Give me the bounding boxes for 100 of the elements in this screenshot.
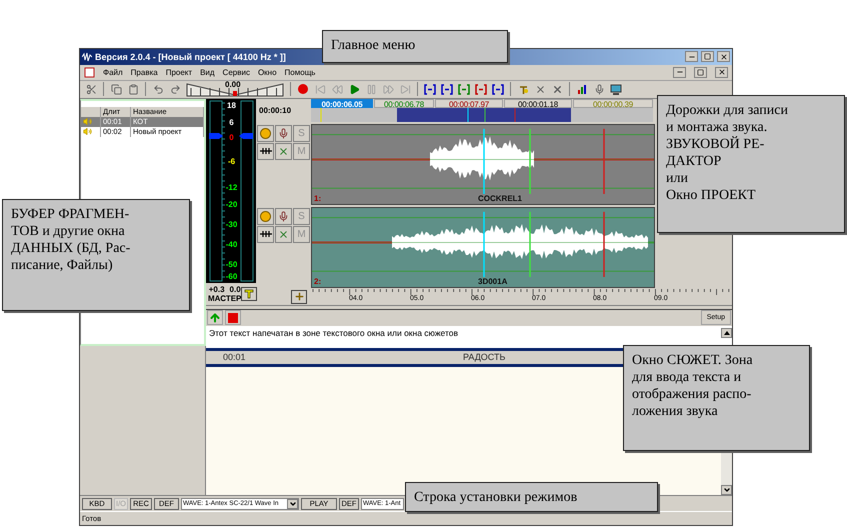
story-time: 00:01 <box>223 352 247 362</box>
scale-label: -30 <box>224 220 238 229</box>
arrow-up-icon <box>209 312 221 324</box>
close-icon <box>718 68 726 76</box>
speaker-icon <box>83 117 92 126</box>
waveform-icon <box>82 52 92 62</box>
scissors-icon <box>86 84 96 95</box>
minimize-button[interactable] <box>673 66 686 78</box>
monitor-button[interactable] <box>609 82 623 96</box>
cross-icon <box>278 228 289 240</box>
bar-chart-icon <box>576 84 588 95</box>
overview-drawing[interactable] <box>311 108 653 122</box>
chart-button[interactable] <box>575 82 589 96</box>
annotation-tooltip: Главное меню <box>322 30 508 63</box>
clipboard-icon <box>128 84 138 95</box>
audio-track[interactable]: 2: 3D001A <box>311 206 655 288</box>
chevron-down-icon <box>722 486 730 494</box>
scale-label: 0 <box>228 132 235 142</box>
marker-button[interactable] <box>440 82 454 96</box>
marker-button[interactable] <box>423 82 437 96</box>
level-slider-drawing[interactable] <box>185 82 285 97</box>
maximize-button[interactable] <box>701 51 714 62</box>
meter-reading: 0.0 <box>230 284 241 294</box>
bracket-icon <box>458 84 470 95</box>
master-label: МАСТЕР <box>208 294 242 303</box>
text-tool-button[interactable] <box>241 286 258 301</box>
copy-icon <box>110 84 122 95</box>
upload-button[interactable] <box>207 310 223 326</box>
marker-button[interactable] <box>457 82 471 96</box>
add-button[interactable] <box>291 290 307 304</box>
mic-icon <box>278 210 289 222</box>
record-button[interactable] <box>296 82 310 96</box>
document-icon <box>84 66 95 78</box>
bracket-icon <box>424 84 436 95</box>
menu-item[interactable]: Сервис <box>222 68 250 77</box>
skip-back-icon <box>314 84 326 95</box>
record-button[interactable] <box>257 124 274 142</box>
close-button[interactable] <box>715 66 728 78</box>
restore-icon <box>697 68 704 76</box>
scale-label: -40 <box>224 240 238 249</box>
triangle-up-icon <box>724 330 730 335</box>
bracket-icon <box>492 84 504 95</box>
position-time: 00:00:10 <box>258 104 292 117</box>
story-text-area[interactable]: Этот текст напечатан в зоне текстового окна или окна сюжетов <box>206 326 732 348</box>
record-icon <box>260 210 271 222</box>
stop-button[interactable] <box>225 310 241 326</box>
redo-icon <box>170 84 180 95</box>
scale-label: -50 <box>224 260 238 269</box>
menu-item[interactable]: Проект <box>166 68 192 77</box>
bracket-icon <box>475 84 487 95</box>
monitor-icon <box>610 84 622 95</box>
scale-label: 18 <box>226 100 237 110</box>
copy-button[interactable] <box>109 82 123 96</box>
mic-button[interactable] <box>275 124 292 142</box>
bracket-icon <box>441 84 453 95</box>
mic-button[interactable] <box>275 208 292 225</box>
track-number: 1: <box>313 194 322 204</box>
record-button[interactable] <box>257 208 274 225</box>
record-icon <box>298 84 308 94</box>
stop-icon <box>228 312 238 323</box>
minimize-button[interactable] <box>685 51 698 62</box>
story-title: РАДОСТЬ <box>463 352 506 362</box>
hatched-line-icon <box>260 230 272 238</box>
audio-track[interactable]: 1: COCKREL1 <box>311 124 655 205</box>
chevron-down-icon <box>288 500 296 508</box>
menu-item[interactable]: Помощь <box>284 68 316 77</box>
scale-label: -6 <box>226 156 236 166</box>
letter-t-icon <box>244 288 254 299</box>
restore-button[interactable] <box>694 66 707 78</box>
level-reading: 0.00 <box>225 80 241 89</box>
cut-button[interactable] <box>84 82 98 96</box>
mic-icon <box>594 84 604 95</box>
loop-button[interactable] <box>257 226 274 243</box>
scale-label: 6 <box>228 118 235 127</box>
scroll-down-button[interactable] <box>721 485 732 496</box>
menu-item[interactable]: Окно <box>258 68 277 77</box>
marker-button[interactable] <box>474 82 488 96</box>
meter-reading: +0.3 <box>208 284 225 294</box>
menu-item[interactable]: Вид <box>200 68 215 77</box>
speaker-icon <box>83 127 92 136</box>
rewind-icon <box>332 84 342 95</box>
annotation-tooltip: Окно СЮЖЕТ. Зона для ввода текста и отображения распо- ложения звука <box>623 345 810 451</box>
marker-button[interactable] <box>491 82 505 96</box>
mic-icon <box>278 128 289 139</box>
fast-forward-icon <box>382 84 394 95</box>
pause-icon <box>366 84 376 95</box>
menu-item[interactable]: Файл <box>103 68 123 77</box>
undo-icon <box>152 84 164 95</box>
annotation-tooltip: Строка установки режимов <box>405 482 658 512</box>
maximize-icon <box>704 53 711 60</box>
cross-icon <box>534 84 546 95</box>
close-icon <box>720 52 728 61</box>
annotation-tooltip: БУФЕР ФРАГМЕН- ТОВ и другие окна ДАННЫХ (БД, Рас- писание, Файлы) <box>2 199 190 311</box>
clip-name: COCKREL1 <box>478 194 522 204</box>
cross-icon <box>278 146 289 157</box>
dropdown-button[interactable] <box>287 498 298 509</box>
menu-item[interactable]: Правка <box>130 68 158 77</box>
close-button[interactable] <box>717 51 730 62</box>
loop-button[interactable] <box>257 142 274 160</box>
scroll-up-button[interactable] <box>721 328 732 338</box>
